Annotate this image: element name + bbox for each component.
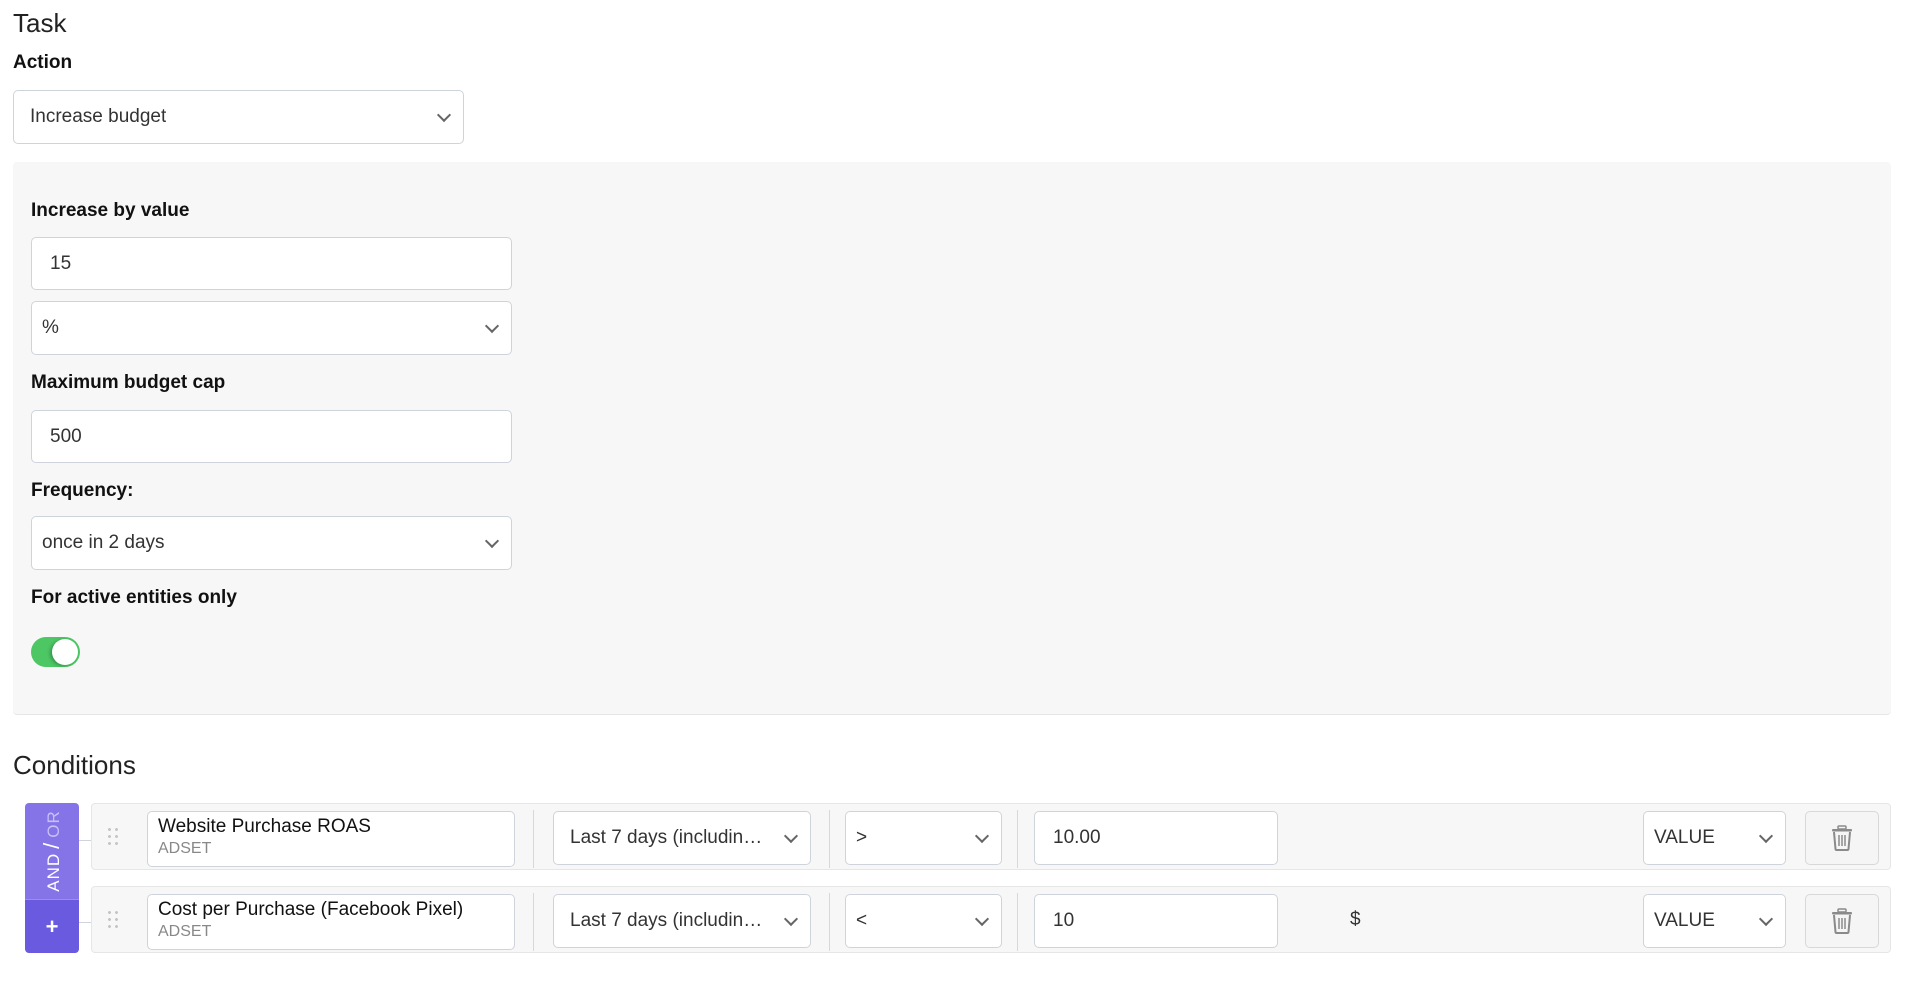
frequency-value: once in 2 days: [42, 532, 165, 553]
drag-handle-icon[interactable]: [106, 826, 120, 848]
increase-unit-value: %: [42, 317, 59, 338]
metric-level: ADSET: [158, 923, 212, 940]
chevron-down-icon: [974, 828, 990, 844]
action-label: Action: [13, 52, 73, 73]
task-heading: Task: [13, 8, 67, 38]
period-select[interactable]: Last 7 days (includin…: [553, 894, 811, 948]
operator-value: >: [856, 827, 868, 848]
delete-condition-button[interactable]: [1805, 811, 1879, 865]
and-or-group: AND / OR +: [25, 803, 79, 953]
budget-cap-value: 500: [50, 425, 82, 447]
condition-row: Website Purchase ROAS ADSET Last 7 days …: [91, 803, 1891, 870]
value-type-select[interactable]: VALUE: [1643, 894, 1786, 948]
period-select[interactable]: Last 7 days (includin…: [553, 811, 811, 865]
condition-row: Cost per Purchase (Facebook Pixel) ADSET…: [91, 886, 1891, 953]
trash-icon: [1832, 908, 1852, 934]
chevron-down-icon: [484, 533, 500, 549]
active-only-toggle[interactable]: [31, 637, 80, 667]
action-select[interactable]: Increase budget: [13, 90, 464, 144]
frequency-label: Frequency:: [31, 480, 134, 501]
delete-condition-button[interactable]: [1805, 894, 1879, 948]
divider: [829, 810, 830, 868]
increase-by-label: Increase by value: [31, 200, 190, 221]
period-value: Last 7 days (includin…: [570, 827, 763, 848]
trash-icon: [1832, 825, 1852, 851]
and-or-toggle[interactable]: AND / OR: [25, 803, 79, 899]
metric-name: Cost per Purchase (Facebook Pixel): [158, 899, 464, 920]
increase-by-input[interactable]: 15: [31, 237, 512, 290]
and-or-label: AND / OR: [39, 810, 65, 892]
period-value: Last 7 days (includin…: [570, 910, 763, 931]
budget-cap-label: Maximum budget cap: [31, 372, 226, 393]
budget-cap-input[interactable]: 500: [31, 410, 512, 463]
and-or-separator: /: [39, 841, 64, 849]
divider: [533, 810, 534, 868]
value-type-select[interactable]: VALUE: [1643, 811, 1786, 865]
increase-by-value: 15: [50, 252, 72, 274]
condition-value-input[interactable]: 10: [1034, 894, 1278, 948]
chevron-down-icon: [783, 911, 799, 927]
divider: [829, 893, 830, 951]
divider: [1017, 810, 1018, 868]
operator-select[interactable]: <: [845, 894, 1002, 948]
conditions-heading: Conditions: [13, 750, 136, 780]
divider: [533, 893, 534, 951]
condition-value: 10.00: [1053, 827, 1101, 848]
chevron-down-icon: [436, 107, 452, 123]
connector-line: [79, 840, 91, 841]
frequency-select[interactable]: once in 2 days: [31, 516, 512, 570]
toggle-knob: [52, 639, 78, 665]
chevron-down-icon: [1758, 828, 1774, 844]
chevron-down-icon: [974, 911, 990, 927]
condition-value-input[interactable]: 10.00: [1034, 811, 1278, 865]
divider: [1017, 893, 1018, 951]
and-option[interactable]: AND: [44, 853, 63, 892]
metric-name: Website Purchase ROAS: [158, 816, 371, 837]
action-select-value: Increase budget: [30, 106, 167, 127]
metric-level: ADSET: [158, 840, 212, 857]
increase-unit-select[interactable]: %: [31, 301, 512, 355]
operator-select[interactable]: >: [845, 811, 1002, 865]
active-only-label: For active entities only: [31, 587, 237, 608]
chevron-down-icon: [1758, 911, 1774, 927]
drag-handle-icon[interactable]: [106, 909, 120, 931]
chevron-down-icon: [783, 828, 799, 844]
or-option[interactable]: OR: [44, 810, 63, 838]
add-condition-button[interactable]: +: [25, 899, 79, 953]
connector-line: [79, 922, 91, 923]
metric-select[interactable]: Website Purchase ROAS ADSET: [147, 811, 515, 867]
value-type-value: VALUE: [1654, 827, 1715, 848]
value-type-value: VALUE: [1654, 910, 1715, 931]
operator-value: <: [856, 910, 868, 931]
condition-value: 10: [1053, 910, 1075, 931]
metric-select[interactable]: Cost per Purchase (Facebook Pixel) ADSET: [147, 894, 515, 950]
condition-unit: $: [1350, 909, 1361, 930]
chevron-down-icon: [484, 318, 500, 334]
